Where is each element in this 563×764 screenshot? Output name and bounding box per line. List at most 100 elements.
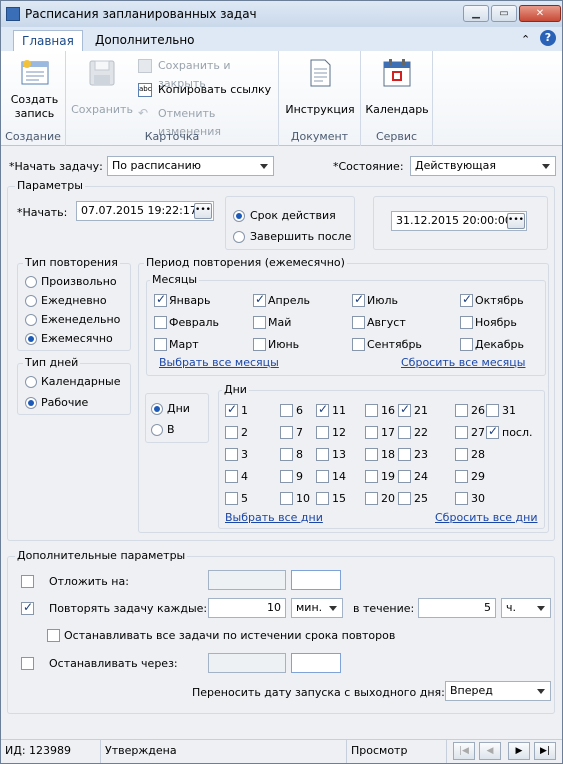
month-checkbox[interactable]	[352, 338, 365, 351]
copy-link-button[interactable]: abc Копировать ссылку	[138, 81, 271, 99]
month-checkbox[interactable]	[253, 316, 266, 329]
stop-after-checkbox[interactable]	[21, 657, 34, 670]
month-checkbox[interactable]	[154, 338, 167, 351]
month-checkbox[interactable]	[154, 316, 167, 329]
start-label: *Начать:	[17, 206, 68, 219]
postpone-value-input[interactable]	[208, 570, 286, 590]
select-all-months-link[interactable]: Выбрать все месяцы	[159, 356, 279, 369]
day-checkbox[interactable]	[316, 402, 329, 417]
month-checkbox[interactable]	[253, 292, 266, 307]
repeat-value-input[interactable]: 10	[208, 598, 286, 618]
repeat-type-radio[interactable]	[25, 295, 37, 307]
during-value-input[interactable]: 5	[418, 598, 496, 618]
day-checkbox[interactable]	[316, 492, 329, 505]
collapse-ribbon-icon[interactable]: ⌃	[521, 33, 530, 46]
validity-radio[interactable]	[233, 210, 245, 222]
reset-all-days-link[interactable]: Сбросить все дни	[435, 511, 538, 524]
tab-main[interactable]: Главная	[13, 30, 83, 51]
tab-additional[interactable]: Дополнительно	[87, 30, 203, 51]
start-datetime-input[interactable]: 07.07.2015 19:22:17 •••	[76, 201, 214, 221]
day-checkbox[interactable]	[225, 448, 238, 461]
end-datetime-input[interactable]: 31.12.2015 20:00:00 •••	[391, 211, 527, 231]
day-type-radio[interactable]	[25, 397, 37, 409]
prev-record-button[interactable]: ◀	[479, 742, 501, 760]
day-checkbox[interactable]	[455, 470, 468, 483]
stop-all-checkbox[interactable]	[47, 629, 60, 642]
finish-after-radio[interactable]	[233, 231, 245, 243]
reset-all-months-link[interactable]: Сбросить все месяцы	[401, 356, 525, 369]
start-task-select[interactable]: По расписанию	[107, 156, 274, 176]
days-mode-radio[interactable]	[151, 403, 163, 415]
instruction-button[interactable]: Инструкция	[283, 57, 357, 117]
last-record-button[interactable]: ▶|	[534, 742, 556, 760]
month-label: Декабрь	[475, 338, 524, 351]
day-checkbox[interactable]	[280, 426, 293, 439]
day-checkbox[interactable]	[225, 426, 238, 439]
day-checkbox[interactable]	[280, 448, 293, 461]
date-picker-button[interactable]: •••	[507, 213, 525, 229]
day-checkbox[interactable]	[225, 492, 238, 505]
create-record-button[interactable]: Создать запись	[7, 57, 62, 121]
day-checkbox[interactable]	[455, 426, 468, 439]
month-checkbox[interactable]	[154, 292, 167, 307]
postpone-unit-input[interactable]	[291, 570, 341, 590]
day-checkbox[interactable]	[316, 470, 329, 483]
date-picker-button[interactable]: •••	[194, 203, 212, 219]
day-type-radio[interactable]	[25, 376, 37, 388]
day-checkbox[interactable]	[365, 470, 378, 483]
month-checkbox[interactable]	[460, 338, 473, 351]
days-mode-radio[interactable]	[151, 424, 163, 436]
day-checkbox[interactable]	[316, 426, 329, 439]
repeat-type-radio[interactable]	[25, 314, 37, 326]
help-icon[interactable]: ?	[540, 30, 556, 46]
repeat-type-radio[interactable]	[25, 333, 37, 345]
day-checkbox[interactable]	[280, 470, 293, 483]
day-checkbox[interactable]	[486, 424, 499, 439]
postpone-checkbox[interactable]	[21, 575, 34, 588]
month-checkbox[interactable]	[460, 316, 473, 329]
state-select[interactable]: Действующая	[410, 156, 556, 176]
day-checkbox[interactable]	[398, 426, 411, 439]
close-button[interactable]: ✕	[519, 5, 561, 22]
save-close-button[interactable]: Сохранить и закрыть	[138, 57, 278, 90]
month-checkbox[interactable]	[352, 316, 365, 329]
day-label: 11	[332, 404, 346, 417]
day-checkbox[interactable]	[398, 492, 411, 505]
day-checkbox[interactable]	[280, 404, 293, 417]
day-checkbox[interactable]	[225, 402, 238, 417]
select-all-days-link[interactable]: Выбрать все дни	[225, 511, 323, 524]
first-record-button[interactable]: |◀	[453, 742, 475, 760]
repeat-unit-select[interactable]: мин.	[291, 598, 343, 618]
cancel-changes-button[interactable]: ↶ Отменить изменения	[138, 105, 278, 139]
during-unit-select[interactable]: ч.	[501, 598, 551, 618]
move-date-select[interactable]: Вперед	[445, 681, 551, 701]
day-checkbox[interactable]	[365, 492, 378, 505]
day-checkbox[interactable]	[365, 404, 378, 417]
day-checkbox[interactable]	[486, 404, 499, 417]
day-checkbox[interactable]	[225, 470, 238, 483]
day-checkbox[interactable]	[455, 404, 468, 417]
repeat-type-radio[interactable]	[25, 276, 37, 288]
day-checkbox[interactable]	[398, 470, 411, 483]
day-label: 20	[381, 492, 395, 505]
stop-after-value-input[interactable]	[208, 653, 286, 673]
minimize-button[interactable]: ▁	[463, 5, 489, 22]
day-checkbox[interactable]	[455, 492, 468, 505]
month-checkbox[interactable]	[253, 338, 266, 351]
day-checkbox[interactable]	[365, 448, 378, 461]
day-checkbox[interactable]	[365, 426, 378, 439]
stop-after-unit-input[interactable]	[291, 653, 341, 673]
save-button[interactable]: Сохранить	[70, 57, 134, 117]
day-checkbox[interactable]	[398, 402, 411, 417]
day-checkbox[interactable]	[398, 448, 411, 461]
day-checkbox[interactable]	[455, 448, 468, 461]
day-checkbox[interactable]	[280, 492, 293, 505]
day-label: 5	[241, 492, 248, 505]
next-record-button[interactable]: ▶	[508, 742, 530, 760]
day-checkbox[interactable]	[316, 448, 329, 461]
month-checkbox[interactable]	[352, 292, 365, 307]
repeat-checkbox[interactable]	[21, 600, 34, 615]
month-checkbox[interactable]	[460, 292, 473, 307]
calendar-button[interactable]: Календарь	[365, 57, 429, 117]
maximize-button[interactable]: ▭	[491, 5, 517, 22]
